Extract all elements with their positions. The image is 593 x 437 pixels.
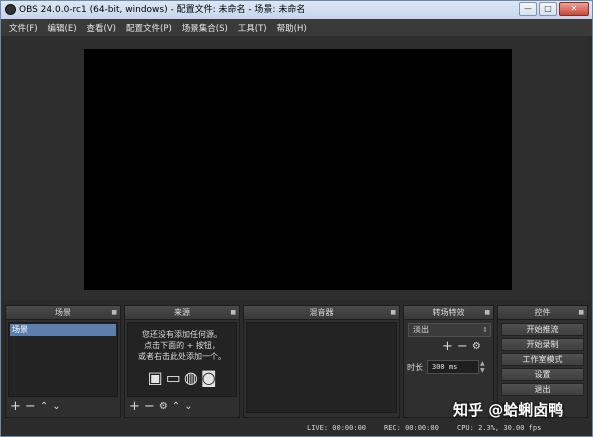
hint-line: 或者右击此处添加一个。 (138, 352, 226, 361)
globe-icon: ◍ (183, 368, 198, 387)
cpu-fps-readout: CPU: 2.3%, 30.00 fps (457, 424, 542, 432)
transition-select[interactable]: 淡出 ⇕ (408, 323, 491, 337)
obs-window: OBS 24.0.0-rc1 (64-bit, windows) - 配置文件:… (0, 0, 593, 437)
live-timer: LIVE: 00:00:00 (307, 424, 367, 432)
move-scene-down-button[interactable]: ⌄ (52, 400, 60, 414)
sources-dock: 来源 ■ 您还没有添加任何源。 点击下面的 + 按钮， 或者右击此处添加一个。 … (124, 305, 240, 418)
menu-help[interactable]: 帮助(H) (273, 22, 311, 34)
sources-dock-title: 来源 (174, 308, 190, 317)
window-controls: — □ ✕ (519, 2, 589, 16)
title-bar: OBS 24.0.0-rc1 (64-bit, windows) - 配置文件:… (1, 1, 592, 19)
transition-selected-value: 淡出 (413, 325, 429, 334)
mixer-panel[interactable] (246, 322, 397, 413)
mixer-dock-title: 混音器 (309, 308, 334, 317)
scenes-list[interactable]: 场景 (8, 322, 118, 397)
hint-line: 点击下面的 + 按钮， (144, 341, 220, 350)
rec-timer: REC: 00:00:00 (384, 424, 439, 432)
start-streaming-button[interactable]: 开始推流 (501, 323, 584, 336)
image-icon: ▣ (147, 368, 163, 387)
dock-float-icon[interactable]: ■ (578, 306, 584, 320)
menu-tools[interactable]: 工具(T) (234, 22, 271, 34)
preview-area (5, 37, 588, 300)
obs-logo-icon (5, 4, 16, 15)
remove-transition-button[interactable]: − (457, 340, 468, 354)
remove-source-button[interactable]: − (144, 400, 155, 414)
duration-input[interactable]: 300 ms (427, 360, 479, 374)
menu-edit[interactable]: 编辑(E) (44, 22, 81, 34)
controls-dock-title: 控件 (534, 308, 551, 317)
transitions-dock-title: 转场特效 (432, 308, 465, 317)
scenes-dock: 场景 ■ 场景 + − ⌃ ⌄ (5, 305, 121, 418)
window-title: OBS 24.0.0-rc1 (64-bit, windows) - 配置文件:… (19, 5, 306, 15)
duration-label: 时长 (407, 363, 423, 372)
duration-spinner-icon[interactable]: ▲ ▼ (480, 360, 485, 374)
maximize-button[interactable]: □ (539, 2, 557, 16)
controls-dock-header: 控件 ■ (498, 306, 587, 320)
settings-button[interactable]: 设置 (501, 368, 584, 381)
start-recording-button[interactable]: 开始录制 (501, 338, 584, 351)
mixer-dock: 混音器 ■ (243, 305, 400, 418)
remove-scene-button[interactable]: − (25, 400, 36, 414)
source-properties-gear-icon[interactable]: ⚙ (159, 400, 168, 414)
sources-dock-header: 来源 ■ (125, 306, 239, 320)
empty-sources-hint: 您还没有添加任何源。 点击下面的 + 按钮， 或者右击此处添加一个。 (128, 329, 236, 362)
add-scene-button[interactable]: + (10, 400, 21, 414)
transition-toolbar: + − ⚙ (442, 340, 481, 354)
source-type-icons: ▣ ▭ ◍ ◙ (128, 369, 236, 387)
move-scene-up-button[interactable]: ⌃ (40, 400, 48, 414)
mixer-dock-header: 混音器 ■ (244, 306, 399, 320)
move-source-down-button[interactable]: ⌄ (184, 400, 192, 414)
sources-list[interactable]: 您还没有添加任何源。 点击下面的 + 按钮， 或者右击此处添加一个。 ▣ ▭ ◍… (127, 322, 237, 397)
scenes-toolbar: + − ⌃ ⌄ (10, 399, 61, 415)
exit-button[interactable]: 退出 (501, 383, 584, 396)
dock-float-icon[interactable]: ■ (484, 306, 490, 320)
monitor-icon: ▭ (165, 368, 181, 387)
watermark-text: 知乎 @蛤蜊卤鸭 (453, 401, 564, 419)
close-button[interactable]: ✕ (559, 2, 589, 16)
minimize-button[interactable]: — (519, 2, 537, 16)
menu-scene-collection[interactable]: 场景集合(S) (178, 22, 232, 34)
chevron-updown-icon: ⇕ (482, 326, 488, 334)
dock-float-icon[interactable]: ■ (230, 306, 236, 320)
transitions-dock-header: 转场特效 ■ (404, 306, 493, 320)
dock-float-icon[interactable]: ■ (390, 306, 396, 320)
move-source-up-button[interactable]: ⌃ (172, 400, 180, 414)
status-bar: LIVE: 00:00:00 REC: 00:00:00 CPU: 2.3%, … (1, 421, 592, 436)
scenes-dock-header: 场景 ■ (6, 306, 120, 320)
transition-settings-gear-icon[interactable]: ⚙ (472, 340, 481, 354)
sources-toolbar: + − ⚙ ⌃ ⌄ (129, 399, 193, 415)
menu-bar: 文件(F) 编辑(E) 查看(V) 配置文件(P) 场景集合(S) 工具(T) … (1, 19, 592, 36)
add-source-button[interactable]: + (129, 400, 140, 414)
menu-view[interactable]: 查看(V) (83, 22, 120, 34)
camera-icon: ◙ (200, 368, 217, 387)
scene-item[interactable]: 场景 (10, 324, 116, 336)
studio-mode-button[interactable]: 工作室模式 (501, 353, 584, 366)
add-transition-button[interactable]: + (442, 340, 453, 354)
scenes-dock-title: 场景 (55, 308, 71, 317)
menu-profile[interactable]: 配置文件(P) (122, 22, 176, 34)
menu-file[interactable]: 文件(F) (5, 22, 42, 34)
preview-canvas[interactable] (84, 49, 512, 290)
hint-line: 您还没有添加任何源。 (142, 330, 222, 339)
dock-float-icon[interactable]: ■ (111, 306, 117, 320)
